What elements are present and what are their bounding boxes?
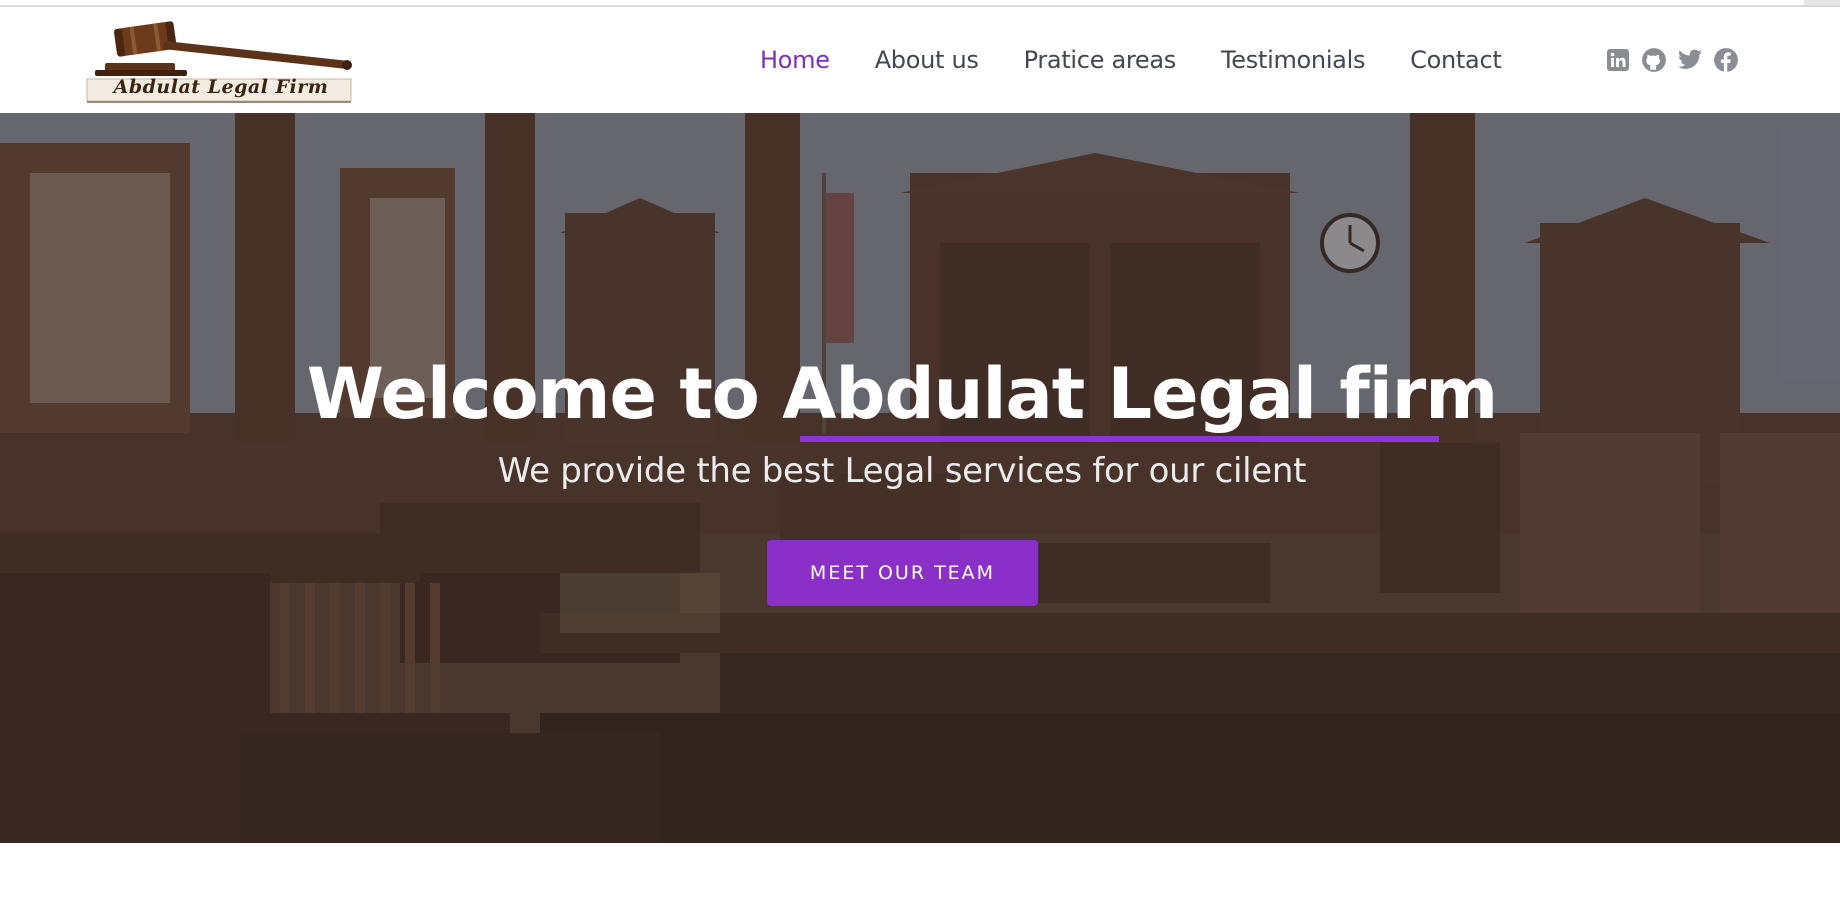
nav-item-practice-areas[interactable]: Pratice areas [1024,46,1177,74]
main-nav: Home About us Pratice areas Testimonials… [760,7,1546,113]
hero-subtitle: We provide the best Legal services for o… [497,451,1307,491]
logo-text: Abdulat Legal Firm [113,76,329,98]
hero-section: Welcome to Abdulat Legal firm We provide… [0,113,1840,843]
social-links [1605,7,1749,113]
nav-item-contact[interactable]: Contact [1410,46,1502,74]
nav-item-testimonials[interactable]: Testimonials [1221,46,1365,74]
linkedin-icon[interactable] [1605,47,1631,73]
hero-title: Welcome to Abdulat Legal firm [306,353,1498,435]
twitter-icon[interactable] [1677,47,1703,73]
navbar: Abdulat Legal Firm Home About us Pratice… [0,7,1840,113]
page-below-hero [0,843,1840,897]
nav-item-home[interactable]: Home [760,46,830,74]
title-underline [800,436,1439,442]
facebook-icon[interactable] [1713,47,1739,73]
github-icon[interactable] [1641,47,1667,73]
browser-corner [1804,0,1840,5]
browser-top-edge [0,0,1840,7]
meet-our-team-button[interactable]: MEET OUR TEAM [767,540,1038,606]
logo[interactable]: Abdulat Legal Firm [85,17,355,105]
nav-item-about-us[interactable]: About us [875,46,979,74]
